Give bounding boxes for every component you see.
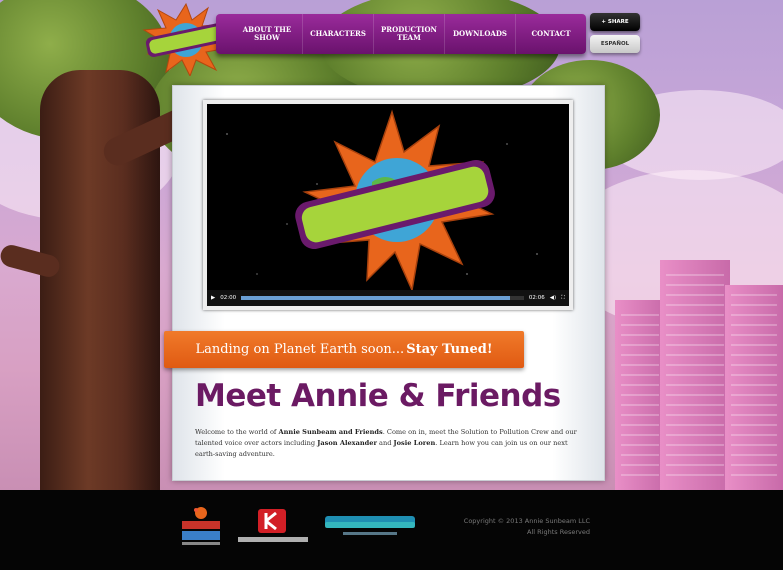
nav-production-team[interactable]: Production team (373, 14, 444, 54)
intro-actor-name: Josie Loren (393, 439, 436, 447)
fullscreen-icon[interactable]: ⛶ (561, 295, 565, 302)
city-building (725, 285, 783, 490)
intro-show-name: Annie Sunbeam and Friends (278, 428, 383, 436)
page-title: Meet Annie & Friends (195, 378, 561, 414)
intro-text: and (376, 439, 394, 447)
language-button[interactable]: ESPAÑOL (590, 35, 640, 53)
duration: 02:06 (528, 295, 545, 301)
ten-comunicaciones-logo[interactable] (323, 514, 417, 538)
nav-contact[interactable]: Contact (515, 14, 586, 54)
share-button[interactable]: + SHARE (590, 13, 640, 31)
rights-text: All Rights Reserved (527, 528, 590, 536)
intro-paragraph: Welcome to the world of Annie Sunbeam an… (195, 427, 585, 460)
current-time: 02:00 (220, 295, 237, 301)
copyright: Copyright © 2013 Annie Sunbeam LLC All R… (440, 516, 590, 538)
kreativekontent-logo[interactable] (236, 507, 310, 545)
nav-downloads[interactable]: Downloads (444, 14, 515, 54)
video-player[interactable]: ▶ 02:00 02:06 ◀) ⛶ (203, 100, 573, 310)
play-icon[interactable]: ▶ (211, 295, 215, 301)
intro-text: Welcome to the world of (195, 428, 279, 436)
intro-actor-name: Jason Alexander (317, 439, 377, 447)
nav-characters[interactable]: Characters (302, 14, 373, 54)
video-logo (295, 109, 495, 290)
main-nav: About the show Characters Production tea… (216, 14, 586, 54)
volume-icon[interactable]: ◀) (550, 295, 556, 301)
video-controls: ▶ 02:00 02:06 ◀) ⛶ (207, 290, 569, 306)
banner-emphasis: Stay Tuned! (406, 342, 493, 357)
nav-about-the-show[interactable]: About the show (216, 14, 302, 54)
city-building (615, 300, 665, 490)
copyright-text: Copyright © 2013 Annie Sunbeam LLC (463, 517, 590, 525)
animo-grande-logo[interactable] (178, 505, 224, 547)
video-frame (207, 104, 569, 290)
progress-fill (241, 296, 510, 300)
progress-bar[interactable] (241, 296, 524, 300)
coming-soon-banner: Landing on Planet Earth soon... Stay Tune… (164, 331, 524, 368)
banner-text: Landing on Planet Earth soon... (195, 342, 405, 357)
city-building (660, 260, 730, 490)
